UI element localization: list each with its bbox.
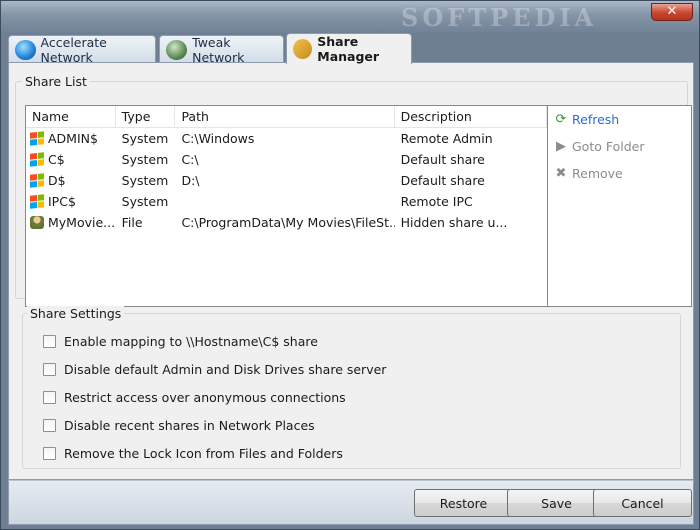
share-type: File — [121, 215, 143, 230]
table-row[interactable]: D$ System D:\ Default share — [26, 170, 547, 191]
checkbox[interactable] — [43, 363, 56, 376]
checkbox[interactable] — [43, 447, 56, 460]
option-disable-recent-shares[interactable]: Disable recent shares in Network Places — [43, 418, 315, 433]
share-description: Default share — [400, 173, 485, 188]
option-label: Remove the Lock Icon from Files and Fold… — [64, 446, 343, 461]
share-name: IPC$ — [48, 194, 76, 209]
close-button[interactable]: ✕ — [651, 3, 693, 21]
tab-label: Tweak Network — [192, 34, 245, 65]
network-globe-icon — [15, 39, 36, 60]
share-name: ADMIN$ — [48, 131, 98, 146]
windows-share-icon — [30, 131, 44, 146]
option-label: Enable mapping to \\Hostname\C$ share — [64, 334, 318, 349]
tweak-network-icon — [166, 39, 188, 60]
share-type: System — [121, 194, 169, 209]
share-description: Hidden share u... — [400, 215, 508, 230]
column-header-name[interactable]: Name — [26, 106, 116, 127]
option-label: Disable default Admin and Disk Drives sh… — [64, 362, 387, 377]
tab-label: Share Manager — [317, 34, 380, 64]
goto-folder-label: Goto Folder — [572, 139, 645, 154]
tab-tweak-network[interactable]: Tweak Network — [159, 34, 284, 65]
share-list-title: Share List — [22, 74, 90, 89]
remove-icon: ✖ — [555, 165, 567, 181]
refresh-button[interactable]: ⟳ Refresh — [548, 106, 691, 133]
checkbox[interactable] — [43, 419, 56, 432]
refresh-icon: ⟳ — [555, 111, 567, 127]
table-row[interactable]: C$ System C:\ Default share — [26, 149, 547, 170]
option-remove-lock-icon[interactable]: Remove the Lock Icon from Files and Fold… — [43, 446, 343, 461]
share-name: MyMovie... — [48, 215, 116, 230]
share-path: C:\ProgramData\My Movies\FileSt... — [181, 215, 395, 230]
tab-content: Share List Name Type Path Description AD… — [8, 62, 694, 480]
remove-button[interactable]: ✖ Remove — [548, 160, 691, 187]
app-window: SOFTPEDIA ✕ Accelerate Network Tweak Net… — [0, 0, 700, 530]
share-list-table[interactable]: Name Type Path Description ADMIN$ System… — [25, 105, 548, 307]
share-path — [175, 191, 394, 212]
share-path: C:\Windows — [181, 131, 255, 146]
option-enable-mapping[interactable]: Enable mapping to \\Hostname\C$ share — [43, 334, 318, 349]
tab-strip: Accelerate Network Tweak Network Share M… — [8, 33, 694, 65]
restore-button[interactable]: Restore — [414, 489, 513, 517]
tab-accelerate-network[interactable]: Accelerate Network — [8, 34, 156, 65]
list-header: Name Type Path Description — [26, 106, 547, 128]
column-header-path[interactable]: Path — [175, 106, 395, 127]
tab-label: Accelerate Network — [40, 34, 107, 65]
share-actions-panel: ⟳ Refresh ▶ Goto Folder ✖ Remove — [548, 105, 692, 307]
share-path: D:\ — [181, 173, 200, 188]
windows-share-icon — [30, 173, 44, 188]
column-header-type[interactable]: Type — [116, 106, 176, 127]
share-description: Remote IPC — [400, 194, 473, 209]
share-name: D$ — [48, 173, 66, 188]
remove-label: Remove — [572, 166, 623, 181]
share-settings-title: Share Settings — [27, 306, 125, 321]
save-button[interactable]: Save — [507, 489, 606, 517]
watermark: SOFTPEDIA — [401, 3, 598, 32]
windows-share-icon — [30, 194, 44, 209]
table-row[interactable]: MyMovie... File C:\ProgramData\My Movies… — [26, 212, 547, 233]
user-share-icon — [30, 216, 44, 229]
share-manager-icon — [293, 39, 313, 59]
checkbox[interactable] — [43, 391, 56, 404]
goto-folder-button[interactable]: ▶ Goto Folder — [548, 133, 691, 160]
option-label: Disable recent shares in Network Places — [64, 418, 315, 433]
share-list-group: Share List Name Type Path Description AD… — [15, 74, 692, 307]
title-bar[interactable]: SOFTPEDIA ✕ — [1, 1, 699, 33]
column-header-description[interactable]: Description — [395, 106, 547, 127]
share-path: C:\ — [181, 152, 199, 167]
checkbox[interactable] — [43, 335, 56, 348]
share-name: C$ — [48, 152, 65, 167]
share-type: System — [121, 152, 169, 167]
refresh-label: Refresh — [572, 112, 620, 127]
table-row[interactable]: ADMIN$ System C:\Windows Remote Admin — [26, 128, 547, 149]
goto-folder-icon: ▶ — [556, 138, 566, 154]
table-row[interactable]: IPC$ System Remote IPC — [26, 191, 547, 212]
share-type: System — [121, 131, 169, 146]
cancel-button[interactable]: Cancel — [593, 489, 692, 517]
tab-share-manager[interactable]: Share Manager — [286, 33, 412, 64]
option-label: Restrict access over anonymous connectio… — [64, 390, 346, 405]
share-description: Default share — [400, 152, 485, 167]
share-settings-group: Share Settings Enable mapping to \\Hostn… — [22, 306, 681, 469]
share-description: Remote Admin — [400, 131, 493, 146]
share-type: System — [121, 173, 169, 188]
option-restrict-anonymous[interactable]: Restrict access over anonymous connectio… — [43, 390, 346, 405]
option-disable-default-admin[interactable]: Disable default Admin and Disk Drives sh… — [43, 362, 386, 377]
windows-share-icon — [30, 152, 44, 167]
footer-bar: Restore Save Cancel — [8, 480, 694, 525]
